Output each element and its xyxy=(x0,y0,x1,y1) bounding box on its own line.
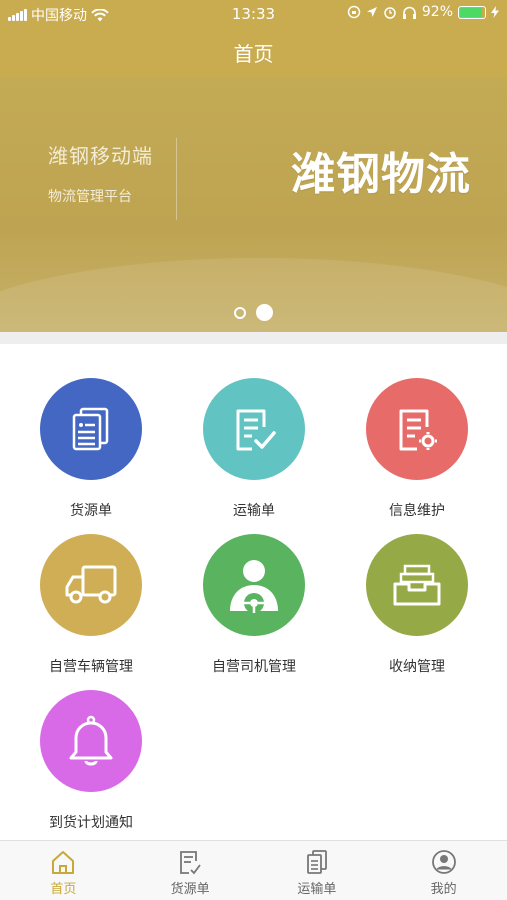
document-edit-icon xyxy=(180,851,201,875)
headphones-icon xyxy=(402,6,416,19)
rotation-lock-icon xyxy=(347,5,361,19)
documents-icon xyxy=(306,850,327,874)
carousel-dot-2[interactable] xyxy=(256,304,273,321)
tab-transport-order[interactable]: 运输单 xyxy=(254,841,381,900)
document-check-icon xyxy=(203,378,305,480)
grid-item-transport-order[interactable]: 运输单 xyxy=(174,378,334,520)
inbox-tray-icon xyxy=(366,534,468,636)
location-icon xyxy=(366,7,377,17)
page-title: 首页 xyxy=(233,42,274,66)
grid-item-arrival-notice[interactable]: 到货计划通知 xyxy=(11,690,171,832)
grid-item-cargo-source[interactable]: 货源单 xyxy=(11,378,171,520)
user-icon xyxy=(431,850,456,874)
header: 中国移动 13:33 92% 首页 xyxy=(0,0,507,78)
truck-icon xyxy=(40,534,142,636)
grid-item-label: 自营司机管理 xyxy=(212,659,296,675)
grid-item-storage[interactable]: 收纳管理 xyxy=(337,534,497,676)
grid-item-label: 到货计划通知 xyxy=(49,815,133,831)
banner-headline: 潍钢物流 xyxy=(291,149,471,200)
document-gear-icon xyxy=(366,378,468,480)
grid-item-label: 运输单 xyxy=(233,503,275,519)
banner-subtitle: 潍钢移动端 xyxy=(48,144,153,168)
home-icon xyxy=(52,851,75,874)
carousel-dot-1[interactable] xyxy=(234,306,246,319)
carousel-indicator[interactable] xyxy=(0,304,507,321)
grid-item-label: 收纳管理 xyxy=(389,659,445,675)
section-divider xyxy=(0,332,507,344)
grid-item-label: 信息维护 xyxy=(389,503,445,519)
grid-item-own-drivers[interactable]: 自营司机管理 xyxy=(174,534,334,676)
documents-icon xyxy=(40,378,142,480)
tab-label: 首页 xyxy=(50,882,77,897)
battery-percent: 92% xyxy=(421,4,453,20)
banner-platform-label: 物流管理平台 xyxy=(48,189,132,205)
grid-item-label: 货源单 xyxy=(70,503,112,519)
tab-profile[interactable]: 我的 xyxy=(380,841,507,900)
grid-item-own-vehicles[interactable]: 自营车辆管理 xyxy=(11,534,171,676)
banner-carousel[interactable]: 潍钢移动端 物流管理平台 潍钢物流 xyxy=(0,78,507,332)
tab-cargo-source[interactable]: 货源单 xyxy=(127,841,254,900)
tab-bar: 首页 货源单 运输单 我的 xyxy=(0,840,507,900)
status-bar: 中国移动 13:33 92% xyxy=(0,0,507,28)
bell-icon xyxy=(40,690,142,792)
charging-icon xyxy=(491,6,499,18)
grid-item-label: 自营车辆管理 xyxy=(49,659,133,675)
tab-label: 货源单 xyxy=(170,882,210,897)
tab-label: 运输单 xyxy=(297,882,337,897)
banner-divider xyxy=(176,138,177,220)
battery-icon xyxy=(458,5,486,19)
tab-label: 我的 xyxy=(430,882,457,897)
driver-icon xyxy=(203,534,305,636)
alarm-icon xyxy=(384,7,396,19)
tab-home[interactable]: 首页 xyxy=(0,841,127,900)
grid-item-info-maintenance[interactable]: 信息维护 xyxy=(337,378,497,520)
